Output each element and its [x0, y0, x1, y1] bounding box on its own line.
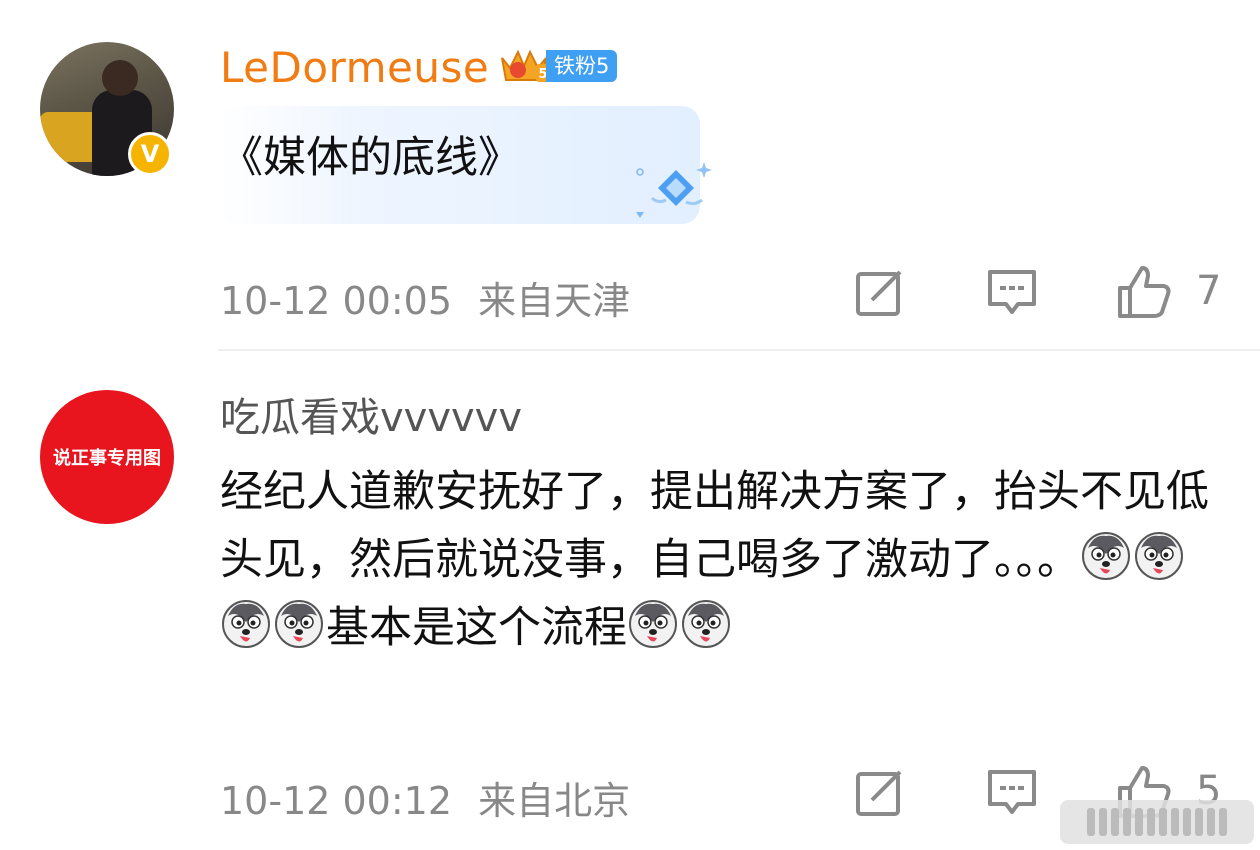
timestamp: 10-12 00:05 [220, 279, 453, 323]
like-count: 7 [1196, 268, 1222, 314]
repost-icon[interactable] [850, 262, 910, 322]
fan-badge[interactable]: 铁粉5 [546, 50, 618, 82]
crown-badge-icon[interactable]: 5 [496, 44, 552, 86]
husky-emoji-icon [629, 600, 677, 648]
location: 来自北京 [478, 779, 631, 823]
avatar-text: 说正事专用图 [53, 448, 161, 469]
comment-item: 说正事专用图 吃瓜看戏vvvvvv 经纪人道歉安抚好了，提出解决方案了，抬头不见… [0, 350, 1260, 850]
comment-content: 《媒体的底线》 [220, 133, 521, 183]
comment-meta: 10-12 00:05 来自天津 [220, 270, 630, 325]
watermark-overlay [1060, 800, 1254, 844]
comment-item: V LeDormeuse 5 铁粉5 《媒体的底线》 10-12 00:05 来… [0, 0, 1260, 350]
husky-emoji-icon [222, 600, 270, 648]
location: 来自天津 [478, 279, 631, 323]
comment-content: 经纪人道歉安抚好了，提出解决方案了，抬头不见低头见，然后就说没事，自己喝多了激动… [220, 458, 1220, 662]
husky-emoji-icon [1135, 532, 1183, 580]
username[interactable]: LeDormeuse [220, 44, 489, 92]
like-icon[interactable] [1114, 262, 1174, 322]
husky-emoji-icon [682, 600, 730, 648]
comment-icon[interactable] [982, 262, 1042, 322]
husky-emoji-icon [275, 600, 323, 648]
gem-sticker-icon [636, 162, 712, 218]
avatar-photo-head [102, 60, 138, 96]
comment-meta: 10-12 00:12 来自北京 [220, 770, 630, 825]
comment-text: 经纪人道歉安抚好了，提出解决方案了，抬头不见低头见，然后就说没事，自己喝多了激动… [220, 467, 1209, 585]
comment-icon[interactable] [982, 762, 1042, 822]
husky-emoji-icon [1082, 532, 1130, 580]
avatar[interactable]: 说正事专用图 [40, 390, 174, 524]
username[interactable]: 吃瓜看戏vvvvvv [220, 394, 522, 442]
comment-text: 基本是这个流程 [326, 603, 627, 653]
timestamp: 10-12 00:12 [220, 779, 453, 823]
verified-icon: V [128, 132, 172, 176]
repost-icon[interactable] [850, 762, 910, 822]
